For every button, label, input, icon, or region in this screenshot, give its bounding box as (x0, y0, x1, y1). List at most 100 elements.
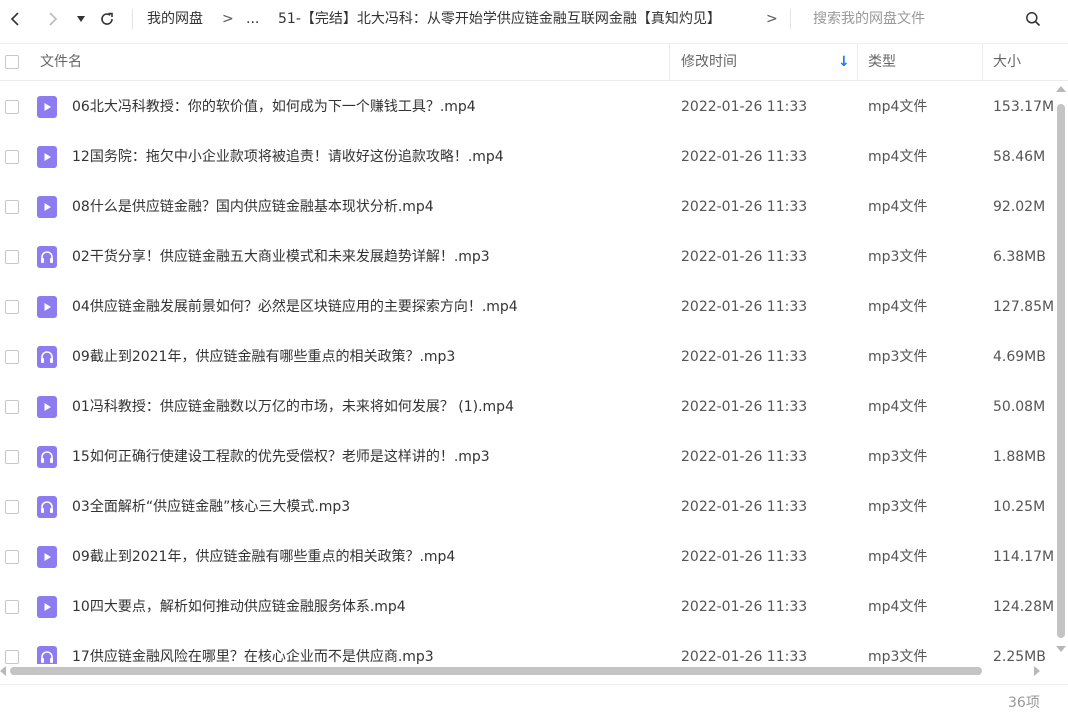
row-checkbox[interactable] (5, 100, 19, 114)
vertical-scrollbar-thumb[interactable] (1057, 104, 1065, 638)
file-modified: 2022-01-26 11:33 (681, 649, 808, 664)
file-type: mp4文件 (868, 599, 928, 615)
file-modified: 2022-01-26 11:33 (681, 499, 808, 515)
scroll-left-icon[interactable] (0, 666, 6, 676)
file-modified: 2022-01-26 11:33 (681, 99, 808, 115)
file-name[interactable]: 12国务院：拖欠中小企业款项将被追责！请收好这份追款攻略！.mp4 (72, 132, 504, 182)
file-name[interactable]: 01冯科教授：供应链金融数以万亿的市场，未来将如何发展？ (1).mp4 (72, 382, 514, 432)
file-name[interactable]: 09截止到2021年，供应链金融有哪些重点的相关政策？.mp4 (72, 532, 455, 582)
row-checkbox[interactable] (5, 400, 19, 414)
file-name[interactable]: 04供应链金融发展前景如何？必然是区块链应用的主要探索方向！.mp4 (72, 282, 518, 332)
file-type: mp4文件 (868, 199, 928, 215)
file-name[interactable]: 09截止到2021年，供应链金融有哪些重点的相关政策？.mp3 (72, 332, 455, 382)
file-type: mp4文件 (868, 149, 928, 165)
row-checkbox[interactable] (5, 550, 19, 564)
row-checkbox[interactable] (5, 300, 19, 314)
video-file-icon (37, 546, 57, 568)
list-item[interactable]: 04供应链金融发展前景如何？必然是区块链应用的主要探索方向！.mp4 2022-… (0, 282, 1054, 332)
breadcrumb-ellipsis[interactable]: ... (246, 0, 259, 38)
search-input[interactable]: 搜索我的网盘文件 (813, 0, 925, 38)
file-name[interactable]: 03全面解析“供应链金融”核心三大模式.mp3 (72, 482, 350, 532)
list-item[interactable]: 09截止到2021年，供应链金融有哪些重点的相关政策？.mp4 2022-01-… (0, 532, 1054, 582)
toolbar: 我的网盘 > ... 51-【完结】北大冯科：从零开始学供应链金融互联网金融【真… (0, 0, 1068, 38)
file-size: 1.88MB (993, 449, 1046, 465)
video-file-icon (37, 296, 57, 318)
refresh-icon[interactable] (96, 0, 118, 38)
column-header: 文件名 修改时间 ↓ 类型 大小 (0, 43, 1068, 81)
item-count: 36项 (1008, 695, 1040, 711)
breadcrumb-separator: > (222, 11, 234, 27)
file-size: 6.38MB (993, 249, 1046, 265)
audio-file-icon (37, 346, 57, 368)
video-file-icon (37, 96, 57, 118)
row-checkbox[interactable] (5, 450, 19, 464)
horizontal-scrollbar-thumb[interactable] (10, 667, 982, 675)
file-modified: 2022-01-26 11:33 (681, 399, 808, 415)
dropdown-icon[interactable] (74, 0, 88, 38)
row-checkbox[interactable] (5, 500, 19, 514)
audio-file-icon (37, 646, 57, 664)
file-type: mp3文件 (868, 649, 928, 664)
file-name[interactable]: 17供应链金融风险在哪里？在核心企业而不是供应商.mp3 (72, 632, 434, 664)
file-size: 114.17M (993, 549, 1054, 565)
scroll-right-icon[interactable] (1034, 666, 1040, 676)
scroll-up-icon[interactable] (1056, 86, 1066, 92)
file-size: 153.17M (993, 99, 1054, 115)
column-size[interactable]: 大小 (993, 44, 1021, 80)
list-item[interactable]: 17供应链金融风险在哪里？在核心企业而不是供应商.mp3 2022-01-26 … (0, 632, 1054, 664)
row-checkbox[interactable] (5, 200, 19, 214)
list-item[interactable]: 10四大要点，解析如何推动供应链金融服务体系.mp4 2022-01-26 11… (0, 582, 1054, 632)
breadcrumb-root[interactable]: 我的网盘 (147, 0, 203, 38)
column-divider[interactable] (857, 44, 858, 80)
file-modified: 2022-01-26 11:33 (681, 349, 808, 365)
list-item[interactable]: 09截止到2021年，供应链金融有哪些重点的相关政策？.mp3 2022-01-… (0, 332, 1054, 382)
file-size: 92.02M (993, 199, 1046, 215)
row-checkbox[interactable] (5, 650, 19, 664)
file-type: mp4文件 (868, 299, 928, 315)
list-item[interactable]: 08什么是供应链金融？国内供应链金融基本现状分析.mp4 2022-01-26 … (0, 182, 1054, 232)
toolbar-divider (132, 9, 133, 29)
file-size: 50.08M (993, 399, 1046, 415)
column-divider[interactable] (982, 44, 983, 80)
file-list: 06北大冯科教授：你的软价值，如何成为下一个赚钱工具？.mp4 2022-01-… (0, 82, 1054, 664)
list-item[interactable]: 15如何正确行使建设工程款的优先受偿权？老师是这样讲的！.mp3 2022-01… (0, 432, 1054, 482)
file-modified: 2022-01-26 11:33 (681, 299, 808, 315)
file-modified: 2022-01-26 11:33 (681, 449, 808, 465)
list-item[interactable]: 12国务院：拖欠中小企业款项将被追责！请收好这份追款攻略！.mp4 2022-0… (0, 132, 1054, 182)
row-checkbox[interactable] (5, 150, 19, 164)
video-file-icon (37, 146, 57, 168)
list-item[interactable]: 01冯科教授：供应链金融数以万亿的市场，未来将如何发展？ (1).mp4 202… (0, 382, 1054, 432)
file-size: 127.85M (993, 299, 1054, 315)
file-type: mp3文件 (868, 449, 928, 465)
row-checkbox[interactable] (5, 250, 19, 264)
file-size: 4.69MB (993, 349, 1046, 365)
column-modified[interactable]: 修改时间 (681, 44, 737, 80)
file-name[interactable]: 02干货分享！供应链金融五大商业模式和未来发展趋势详解！.mp3 (72, 232, 490, 282)
column-type[interactable]: 类型 (868, 44, 896, 80)
file-name[interactable]: 08什么是供应链金融？国内供应链金融基本现状分析.mp4 (72, 182, 434, 232)
list-item[interactable]: 03全面解析“供应链金融”核心三大模式.mp3 2022-01-26 11:33… (0, 482, 1054, 532)
list-item[interactable]: 06北大冯科教授：你的软价值，如何成为下一个赚钱工具？.mp4 2022-01-… (0, 82, 1054, 132)
search-icon[interactable] (1022, 0, 1044, 38)
sort-desc-icon[interactable]: ↓ (838, 44, 850, 80)
breadcrumb-current[interactable]: 51-【完结】北大冯科：从零开始学供应链金融互联网金融【真知灼见】 (278, 0, 721, 38)
select-all-checkbox[interactable] (5, 55, 19, 69)
file-modified: 2022-01-26 11:33 (681, 599, 808, 615)
file-name[interactable]: 10四大要点，解析如何推动供应链金融服务体系.mp4 (72, 582, 406, 632)
video-file-icon (37, 196, 57, 218)
scroll-down-icon[interactable] (1056, 646, 1066, 652)
file-size: 10.25M (993, 499, 1046, 515)
file-name[interactable]: 06北大冯科教授：你的软价值，如何成为下一个赚钱工具？.mp4 (72, 82, 476, 132)
forward-icon[interactable] (42, 0, 64, 38)
file-type: mp4文件 (868, 549, 928, 565)
back-icon[interactable] (4, 0, 26, 38)
row-checkbox[interactable] (5, 600, 19, 614)
column-divider[interactable] (669, 44, 670, 80)
breadcrumb-separator: > (766, 11, 778, 27)
column-name[interactable]: 文件名 (40, 44, 82, 80)
toolbar-divider (790, 9, 791, 29)
video-file-icon (37, 596, 57, 618)
row-checkbox[interactable] (5, 350, 19, 364)
file-name[interactable]: 15如何正确行使建设工程款的优先受偿权？老师是这样讲的！.mp3 (72, 432, 490, 482)
list-item[interactable]: 02干货分享！供应链金融五大商业模式和未来发展趋势详解！.mp3 2022-01… (0, 232, 1054, 282)
